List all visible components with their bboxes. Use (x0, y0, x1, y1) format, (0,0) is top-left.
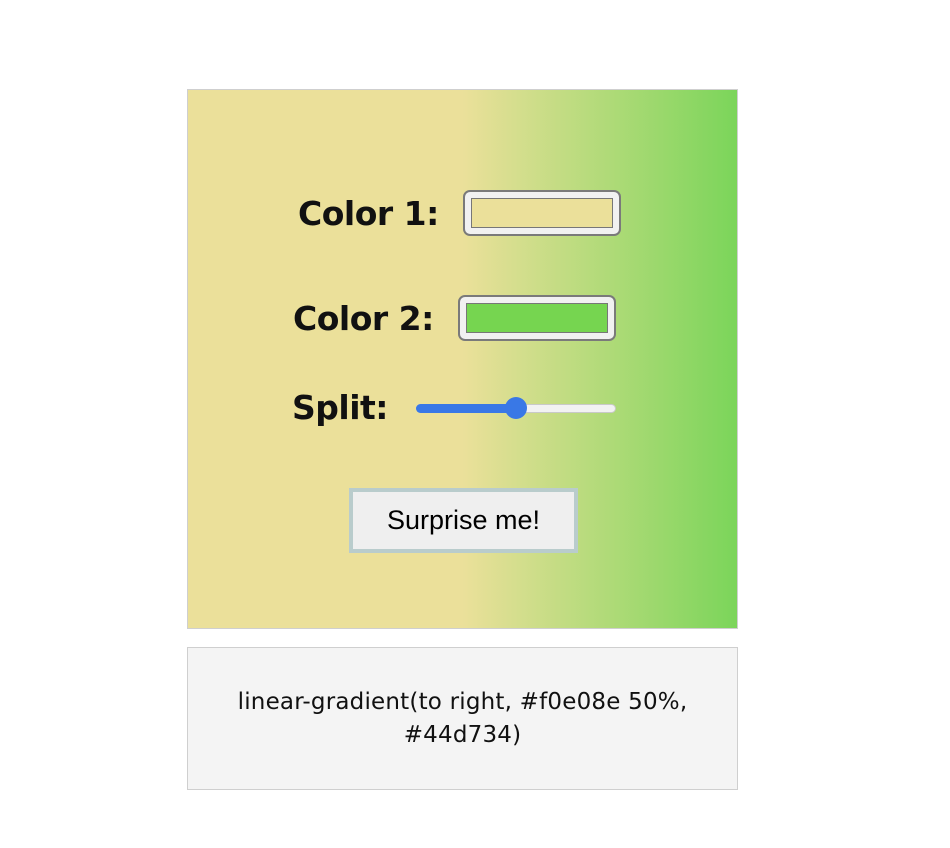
surprise-me-button[interactable]: Surprise me! (349, 488, 578, 553)
split-slider[interactable] (415, 396, 616, 419)
color1-row: Color 1: (298, 190, 621, 236)
split-label: Split: (292, 388, 388, 427)
color2-picker[interactable] (457, 295, 616, 341)
color1-picker[interactable] (462, 190, 621, 236)
css-output-text: linear-gradient(to right, #f0e08e 50%, #… (237, 688, 688, 748)
slider-fill (415, 403, 516, 413)
css-output-box: linear-gradient(to right, #f0e08e 50%, #… (187, 647, 738, 790)
slider-thumb[interactable] (504, 396, 527, 419)
color2-label: Color 2: (293, 298, 434, 338)
split-row: Split: (292, 388, 616, 427)
color2-swatch (465, 303, 608, 333)
color1-swatch (470, 198, 613, 228)
color1-label: Color 1: (298, 193, 439, 233)
color2-row: Color 2: (293, 295, 616, 341)
